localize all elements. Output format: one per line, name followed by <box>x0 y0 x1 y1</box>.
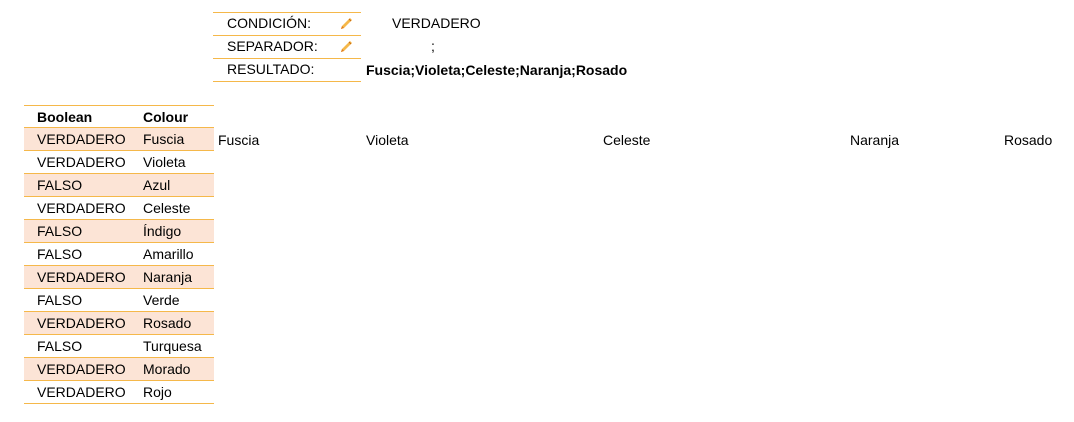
boolean-cell[interactable]: VERDADERO <box>24 128 138 150</box>
condicion-row: CONDICIÓN: <box>213 12 361 34</box>
boolean-cell[interactable]: FALSO <box>24 243 138 265</box>
pencil-icon[interactable] <box>338 16 354 32</box>
table-row[interactable]: FALSO Verde <box>24 289 214 312</box>
boolean-cell[interactable]: VERDADERO <box>24 358 138 380</box>
pencil-icon[interactable] <box>338 39 354 55</box>
spill-cell[interactable]: Celeste <box>603 132 650 148</box>
separador-value[interactable]: ; <box>431 38 435 54</box>
colour-cell[interactable]: Verde <box>138 289 214 311</box>
colour-cell[interactable]: Celeste <box>138 197 214 219</box>
resultado-value: Fuscia;Violeta;Celeste;Naranja;Rosado <box>366 62 628 78</box>
table-row[interactable]: VERDADERO Violeta <box>24 151 214 174</box>
condicion-value[interactable]: VERDADERO <box>392 15 481 31</box>
table-row[interactable]: VERDADERO Naranja <box>24 266 214 289</box>
boolean-cell[interactable]: VERDADERO <box>24 312 138 334</box>
boolean-cell[interactable]: VERDADERO <box>24 381 138 403</box>
colour-cell[interactable]: Violeta <box>138 151 214 173</box>
colour-cell[interactable]: Rojo <box>138 381 214 403</box>
table-row[interactable]: VERDADERO Celeste <box>24 197 214 220</box>
boolean-cell[interactable]: VERDADERO <box>24 197 138 219</box>
table-row[interactable]: FALSO Turquesa <box>24 335 214 358</box>
separador-label: SEPARADOR: <box>227 38 318 54</box>
table-header-row: Boolean Colour <box>24 105 214 128</box>
colour-cell[interactable]: Morado <box>138 358 214 380</box>
header-boolean: Boolean <box>37 109 93 125</box>
boolean-colour-table: Boolean Colour VERDADERO Fuscia VERDADER… <box>24 105 214 404</box>
colour-cell[interactable]: Amarillo <box>138 243 214 265</box>
colour-cell[interactable]: Azul <box>138 174 214 196</box>
table-row[interactable]: FALSO Amarillo <box>24 243 214 266</box>
spill-cell[interactable]: Naranja <box>850 132 899 148</box>
colour-cell[interactable]: Rosado <box>138 312 214 334</box>
spill-cell[interactable]: Rosado <box>1004 132 1052 148</box>
table-row[interactable]: FALSO Azul <box>24 174 214 197</box>
boolean-cell[interactable]: FALSO <box>24 335 138 357</box>
header-colour: Colour <box>143 109 189 125</box>
table-row[interactable]: VERDADERO Fuscia <box>24 128 214 151</box>
colour-cell[interactable]: Fuscia <box>138 128 214 150</box>
colour-cell[interactable]: Naranja <box>138 266 214 288</box>
boolean-cell[interactable]: FALSO <box>24 220 138 242</box>
spill-cell[interactable]: Violeta <box>366 132 409 148</box>
condicion-label: CONDICIÓN: <box>227 15 311 31</box>
resultado-row: RESULTADO: <box>213 58 361 82</box>
colour-cell[interactable]: Turquesa <box>138 335 214 357</box>
colour-cell[interactable]: Índigo <box>138 220 214 242</box>
boolean-cell[interactable]: VERDADERO <box>24 151 138 173</box>
boolean-cell[interactable]: FALSO <box>24 289 138 311</box>
spill-cell[interactable]: Fuscia <box>218 132 259 148</box>
table-row[interactable]: VERDADERO Morado <box>24 358 214 381</box>
separador-row: SEPARADOR: <box>213 35 361 57</box>
table-row[interactable]: FALSO Índigo <box>24 220 214 243</box>
table-row[interactable]: VERDADERO Rojo <box>24 381 214 404</box>
boolean-cell[interactable]: VERDADERO <box>24 266 138 288</box>
table-row[interactable]: VERDADERO Rosado <box>24 312 214 335</box>
boolean-cell[interactable]: FALSO <box>24 174 138 196</box>
resultado-label: RESULTADO: <box>227 61 315 77</box>
